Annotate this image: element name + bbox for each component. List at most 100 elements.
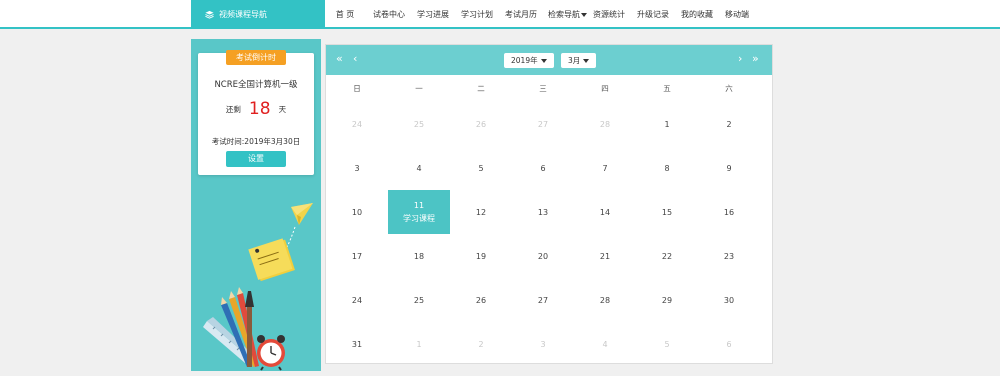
nav-study-plan[interactable]: 学习计划 [460, 0, 494, 29]
day-number: 16 [723, 207, 735, 217]
calendar-day[interactable]: 14 [574, 190, 636, 234]
day-number: 28 [599, 295, 611, 305]
nav-search-guide[interactable]: 检索导航 [548, 0, 587, 29]
calendar-day[interactable]: 28 [574, 278, 636, 322]
day-number: 14 [599, 207, 611, 217]
calendar-day[interactable]: 1 [636, 102, 698, 146]
calendar-day-with-event[interactable]: 11 学习课程 [388, 190, 450, 234]
day-number: 6 [726, 339, 732, 349]
day-number: 8 [664, 163, 670, 173]
day-number: 26 [475, 295, 487, 305]
nav-exam-center[interactable]: 试卷中心 [372, 0, 406, 29]
study-calendar: « ‹ 2019年 3月 › » 日 一 二 三 四 五 六 24 25 26 27 2… [325, 44, 773, 364]
day-number: 11 [413, 200, 425, 210]
calendar-day[interactable]: 4 [388, 146, 450, 190]
sticky-note-icon [248, 238, 295, 282]
day-number: 23 [723, 251, 735, 261]
day-number: 31 [351, 339, 363, 349]
calendar-day[interactable]: 25 [388, 102, 450, 146]
nav-favorites[interactable]: 我的收藏 [680, 0, 714, 29]
weekday-label: 日 [353, 84, 361, 93]
next-month-icon[interactable]: › [738, 52, 742, 66]
nav-study-progress[interactable]: 学习进展 [416, 0, 450, 29]
remain-days-number: 18 [248, 99, 271, 119]
course-nav-brand[interactable]: 视频课程导航 [191, 0, 325, 29]
remain-prefix: 还剩 [225, 105, 241, 114]
calendar-day[interactable]: 31 [326, 322, 388, 366]
day-number: 26 [475, 119, 487, 129]
calendar-day[interactable]: 18 [388, 234, 450, 278]
calendar-day[interactable]: 6 [512, 146, 574, 190]
calendar-day[interactable]: 24 [326, 278, 388, 322]
calendar-day[interactable]: 22 [636, 234, 698, 278]
calendar-day[interactable]: 20 [512, 234, 574, 278]
day-number: 27 [537, 295, 549, 305]
calendar-day[interactable]: 1 [388, 322, 450, 366]
day-number: 17 [351, 251, 363, 261]
nav-search-guide-label: 检索导航 [548, 10, 580, 19]
prev-year-icon[interactable]: « [336, 52, 343, 66]
calendar-day[interactable]: 29 [636, 278, 698, 322]
day-number: 12 [475, 207, 487, 217]
calendar-week-row: 3 4 5 6 7 8 9 [326, 146, 772, 190]
calendar-day[interactable]: 16 [698, 190, 760, 234]
month-select-value: 3月 [568, 56, 581, 65]
day-number: 28 [599, 119, 611, 129]
nav-home[interactable]: 首 页 [333, 0, 357, 29]
calendar-day[interactable]: 26 [450, 278, 512, 322]
nav-mobile[interactable]: 移动端 [724, 0, 750, 29]
day-number: 9 [726, 163, 732, 173]
calendar-day[interactable]: 10 [326, 190, 388, 234]
calendar-day[interactable]: 24 [326, 102, 388, 146]
calendar-week-row: 24 25 26 27 28 29 30 [326, 278, 772, 322]
calendar-day[interactable]: 25 [388, 278, 450, 322]
year-select[interactable]: 2019年 [504, 53, 554, 68]
calendar-day[interactable]: 8 [636, 146, 698, 190]
calendar-day[interactable]: 17 [326, 234, 388, 278]
nav-resource-stats[interactable]: 资源统计 [592, 0, 626, 29]
countdown-card: 考试倒计时 NCRE全国计算机一级 还剩 18 天 考试时间:2019年3月30日 … [198, 50, 314, 175]
calendar-day[interactable]: 2 [698, 102, 760, 146]
calendar-week-row: 17 18 19 20 21 22 23 [326, 234, 772, 278]
nav-upgrade-log[interactable]: 升级记录 [636, 0, 670, 29]
day-number: 10 [351, 207, 363, 217]
next-year-icon[interactable]: » [752, 52, 759, 66]
weekday-label: 六 [725, 84, 733, 93]
calendar-day[interactable]: 3 [326, 146, 388, 190]
calendar-day[interactable]: 30 [698, 278, 760, 322]
study-illustration [203, 203, 313, 371]
calendar-day[interactable]: 15 [636, 190, 698, 234]
day-number: 1 [664, 119, 670, 129]
calendar-day[interactable]: 5 [450, 146, 512, 190]
calendar-day[interactable]: 28 [574, 102, 636, 146]
calendar-day[interactable]: 21 [574, 234, 636, 278]
calendar-day[interactable]: 6 [698, 322, 760, 366]
calendar-day[interactable]: 23 [698, 234, 760, 278]
calendar-day[interactable]: 12 [450, 190, 512, 234]
calendar-day[interactable]: 3 [512, 322, 574, 366]
day-number: 13 [537, 207, 549, 217]
calendar-day[interactable]: 5 [636, 322, 698, 366]
day-number: 3 [540, 339, 546, 349]
calendar-day[interactable]: 26 [450, 102, 512, 146]
calendar-day[interactable]: 2 [450, 322, 512, 366]
year-select-value: 2019年 [511, 56, 538, 65]
calendar-day[interactable]: 13 [512, 190, 574, 234]
weekday-label: 五 [663, 84, 671, 93]
calendar-week-row: 24 25 26 27 28 1 2 [326, 102, 772, 146]
day-number: 27 [537, 119, 549, 129]
calendar-day[interactable]: 27 [512, 102, 574, 146]
calendar-day[interactable]: 19 [450, 234, 512, 278]
calendar-day[interactable]: 27 [512, 278, 574, 322]
month-select[interactable]: 3月 [561, 53, 597, 68]
calendar-day[interactable]: 9 [698, 146, 760, 190]
prev-month-icon[interactable]: ‹ [353, 52, 357, 66]
calendar-day[interactable]: 4 [574, 322, 636, 366]
day-number: 3 [354, 163, 360, 173]
day-number: 2 [478, 339, 484, 349]
set-button[interactable]: 设置 [226, 151, 286, 167]
calendar-day[interactable]: 7 [574, 146, 636, 190]
nav-exam-calendar[interactable]: 考试月历 [504, 0, 538, 29]
day-number: 20 [537, 251, 549, 261]
day-event-label: 学习课程 [403, 213, 435, 223]
